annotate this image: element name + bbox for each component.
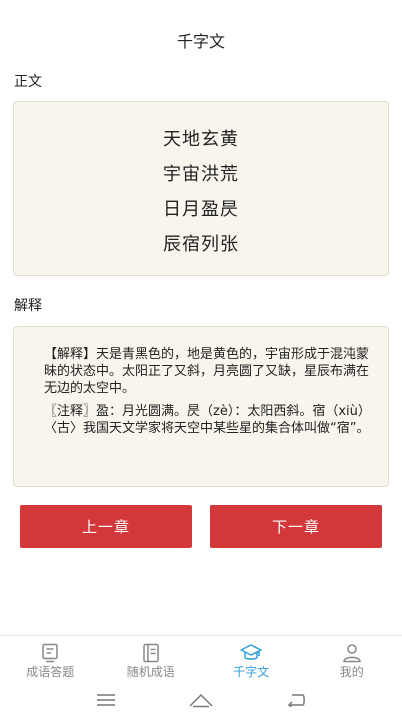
annotation-paragraph: 〖注释〗盈：月光圆满。昃（zè）：太阳西斜。宿（xiù）〈古〉我国天文学家将天空…	[44, 404, 371, 436]
tab-qianziwen[interactable]: 千字文	[201, 636, 302, 682]
verse-line: 天地玄黄	[163, 129, 239, 150]
verse-line: 宇宙洪荒	[163, 164, 239, 185]
system-navigation-bar	[0, 682, 402, 717]
explanation-card: 【解释】天是青黑色的，地是黄色的，宇宙形成于混沌蒙昧的状态中。太阳正了又斜，月亮…	[13, 326, 389, 487]
qianziwen-screen: 千字文 正文 天地玄黄 宇宙洪荒 日月盈昃 辰宿列张 解释 【解释】天是青黑色的…	[0, 0, 402, 717]
random-idiom-icon	[143, 643, 159, 663]
user-icon	[343, 644, 361, 663]
quiz-icon	[42, 643, 58, 663]
page-title: 千字文	[176, 32, 225, 51]
tab-random-idiom[interactable]: 随机成语	[101, 636, 202, 682]
main-text-card: 天地玄黄 宇宙洪荒 日月盈昃 辰宿列张	[13, 101, 389, 276]
explanation-label: 解释	[14, 298, 42, 314]
graduation-cap-icon	[240, 644, 262, 660]
verse-line: 日月盈昃	[163, 199, 239, 220]
prev-chapter-button[interactable]: 上一章	[20, 505, 192, 548]
tab-label: 千字文	[233, 665, 270, 679]
verse-line: 辰宿列张	[163, 234, 239, 255]
tab-label: 随机成语	[126, 665, 175, 679]
home-icon[interactable]	[188, 692, 214, 708]
back-icon[interactable]	[286, 693, 306, 707]
tab-label: 成语答题	[26, 665, 75, 679]
next-chapter-button[interactable]: 下一章	[210, 505, 382, 548]
menu-icon[interactable]	[96, 693, 116, 707]
main-text-label: 正文	[14, 74, 42, 90]
tab-mine[interactable]: 我的	[302, 636, 402, 682]
bottom-tab-bar: 成语答题 随机成语 千字文 我的	[0, 635, 402, 682]
tab-label: 我的	[339, 665, 364, 679]
explanation-paragraph: 【解释】天是青黑色的，地是黄色的，宇宙形成于混沌蒙昧的状态中。太阳正了又斜，月亮…	[44, 347, 370, 396]
verse-list: 天地玄黄 宇宙洪荒 日月盈昃 辰宿列张	[14, 122, 388, 262]
tab-idiom-quiz[interactable]: 成语答题	[0, 636, 101, 682]
